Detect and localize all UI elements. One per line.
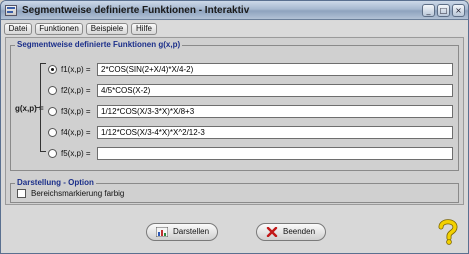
draw-button-label: Darstellen [173,227,210,236]
menu-beispiele[interactable]: Beispiele [86,23,128,35]
radio-f4[interactable] [48,128,57,137]
quit-button[interactable]: Beenden [256,223,326,241]
input-f3[interactable]: 1/12*COS(X/3-3*X)*X/8+3 [97,105,453,118]
label-f3: f3(x,p) = [61,107,91,116]
radio-f1[interactable] [48,65,57,74]
color-marking-label: Bereichsmarkierung farbig [31,189,125,198]
label-f5: f5(x,p) = [61,149,91,158]
quit-button-label: Beenden [283,227,316,236]
chart-icon [156,227,168,237]
bracket-tip [36,107,41,108]
button-bar: Darstellen Beenden [1,206,468,253]
input-f5[interactable] [97,147,453,160]
x-icon [266,227,278,237]
maximize-button[interactable]: □ [437,4,450,17]
display-group-title: Darstellung - Option [15,178,96,187]
menu-hilfe[interactable]: Hilfe [131,23,157,35]
menu-datei[interactable]: Datei [4,23,32,35]
input-f2[interactable]: 4/5*COS(X-2) [97,84,453,97]
draw-button[interactable]: Darstellen [146,223,218,241]
minimize-button[interactable]: _ [422,4,435,17]
label-f4: f4(x,p) = [61,128,91,137]
app-window: Segmentweise definierte Funktionen - Int… [0,0,469,254]
menu-bar: Datei Funktionen Beispiele Hilfe [1,21,468,36]
main-panel: Segmentweise definierte Funktionen g(x,p… [5,37,464,205]
input-f1[interactable]: 2*COS(SIN(2+X/4)*X/4-2) [97,63,453,76]
app-icon [5,5,17,16]
bracket-top [40,63,46,64]
input-f4[interactable]: 1/12*COS(X/3-4*X)*X^2/12-3 [97,126,453,139]
display-group: Darstellung - Option Bereichsmarkierung … [10,178,459,203]
radio-f3[interactable] [48,107,57,116]
radio-f2[interactable] [48,86,57,95]
title-bar: Segmentweise definierte Funktionen - Int… [1,1,468,20]
menu-funktionen[interactable]: Funktionen [35,23,83,35]
radio-f5[interactable] [48,149,57,158]
window-title: Segmentweise definierte Funktionen - Int… [22,5,250,16]
color-marking-checkbox[interactable] [17,189,26,198]
label-f1: f1(x,p) = [61,65,91,74]
label-f2: f2(x,p) = [61,86,91,95]
bracket-bottom [40,151,46,152]
help-question-icon[interactable] [437,219,459,245]
close-button[interactable]: × [452,4,465,17]
functions-group-title: Segmentweise definierte Funktionen g(x,p… [15,40,183,49]
